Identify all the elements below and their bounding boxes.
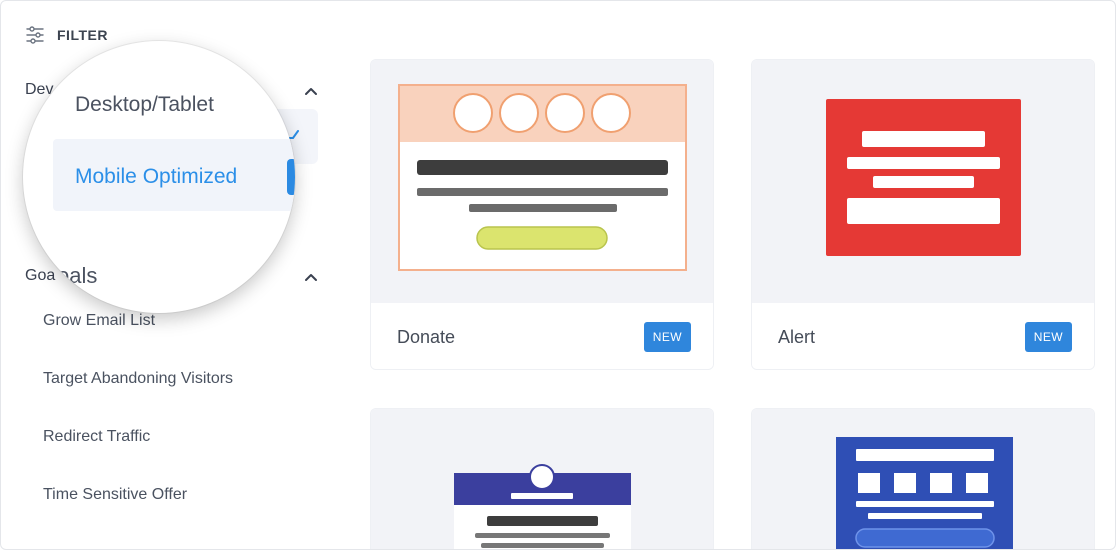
template-card[interactable] xyxy=(751,408,1095,549)
template-card-alert[interactable]: Alert NEW xyxy=(751,59,1095,370)
template-preview xyxy=(371,409,713,549)
magnified-goals-heading: oals xyxy=(57,263,98,288)
card-title: Donate xyxy=(397,326,456,347)
goal-redirect-traffic[interactable]: Redirect Traffic xyxy=(43,428,150,446)
goal-time-sensitive-offer[interactable]: Time Sensitive Offer xyxy=(43,486,187,504)
chevron-up-icon[interactable] xyxy=(303,83,319,99)
selected-indicator xyxy=(287,159,295,195)
magnifier-overlay: ce Desktop/Tablet Mobile Optimized oals xyxy=(23,41,295,313)
chevron-up-icon[interactable] xyxy=(303,269,319,285)
template-preview-image xyxy=(454,464,631,549)
card-footer: Donate NEW xyxy=(371,303,713,369)
new-badge: NEW xyxy=(1024,322,1072,352)
alert-preview xyxy=(752,60,1094,303)
template-card-donate[interactable]: Donate NEW xyxy=(370,59,714,370)
alert-preview-image xyxy=(826,99,1021,256)
device-option-desktop-tablet[interactable]: Desktop/Tablet xyxy=(75,93,214,117)
card-footer: Alert NEW xyxy=(752,303,1094,369)
goal-target-abandoning-visitors[interactable]: Target Abandoning Visitors xyxy=(43,370,233,388)
template-preview-image xyxy=(836,437,1013,549)
donate-preview-image xyxy=(398,84,687,271)
goal-grow-email-list[interactable]: Grow Email List xyxy=(43,312,155,330)
magnified-device-heading: ce xyxy=(67,41,90,60)
template-preview xyxy=(752,409,1094,549)
new-badge: NEW xyxy=(643,322,691,352)
template-card[interactable] xyxy=(370,408,714,549)
donate-preview xyxy=(371,60,713,303)
device-option-mobile-optimized[interactable]: Mobile Optimized xyxy=(75,165,237,189)
template-browser: FILTER Dev Goa Grow Email List Target Ab… xyxy=(0,0,1116,550)
card-title: Alert xyxy=(778,326,816,347)
